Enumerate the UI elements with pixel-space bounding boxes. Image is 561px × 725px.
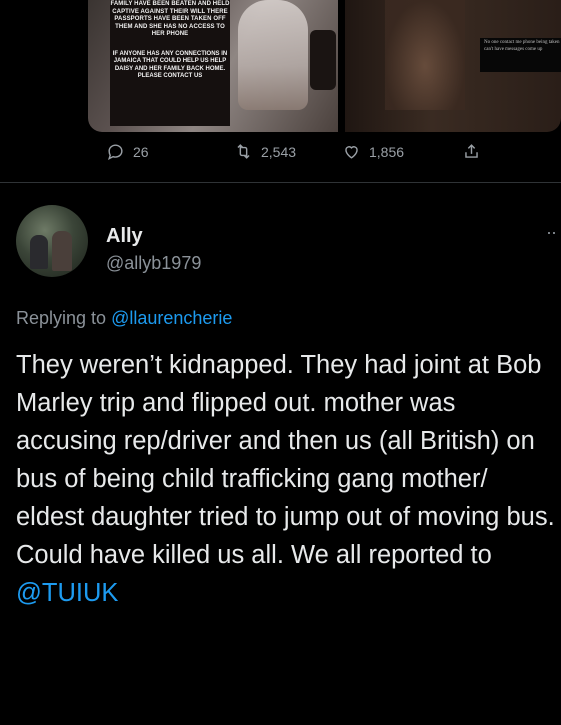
photo-figure-right (385, 0, 465, 110)
tweet-media[interactable]: FAMILY HAVE BEEN BEATEN AND HELD CAPTIVE… (88, 0, 561, 132)
heart-icon (345, 146, 358, 159)
retweet-count: 2,543 (261, 143, 297, 160)
reply-icon (107, 144, 123, 161)
replying-to-link[interactable]: @llaurencherie (111, 308, 232, 328)
tweet-mention-link[interactable]: @TUIUK (16, 579, 118, 607)
retweet-button[interactable]: 2,543 (234, 142, 296, 161)
more-options-icon[interactable]: ·· (546, 222, 557, 243)
share-button[interactable] (462, 142, 489, 161)
tweet-body: They weren’t kidnapped. They had joint a… (16, 351, 555, 569)
photo-figure (238, 0, 308, 110)
replying-prefix: Replying to (16, 308, 112, 328)
display-name[interactable]: Ally (106, 225, 143, 248)
photo-bag (310, 30, 336, 90)
divider (0, 182, 561, 183)
media-image-left[interactable]: FAMILY HAVE BEEN BEATEN AND HELD CAPTIVE… (88, 0, 338, 132)
user-handle[interactable]: @allyb1979 (106, 253, 201, 274)
poster-text-top: FAMILY HAVE BEEN BEATEN AND HELD CAPTIVE… (110, 1, 230, 37)
like-count: 1,856 (369, 143, 405, 160)
poster-text-bottom: IF ANYONE HAS ANY CONNECTIONS IN JAMAICA… (112, 50, 228, 80)
avatar[interactable] (16, 205, 88, 277)
media-image-right[interactable]: No one contact me phone being taken can'… (345, 0, 561, 132)
avatar-figure (52, 231, 72, 271)
avatar-figure (30, 235, 48, 269)
reply-count: 26 (133, 143, 149, 160)
action-bar: 26 2,543 1,856 (0, 142, 561, 170)
like-button[interactable]: 1,856 (342, 142, 404, 161)
retweet-icon (237, 144, 250, 159)
share-icon (465, 144, 478, 158)
replying-to: Replying to @llaurencherie (16, 308, 232, 329)
phone-screenshot-text: No one contact me phone being taken can'… (480, 38, 561, 72)
tweet-text: They weren’t kidnapped. They had joint a… (16, 346, 556, 612)
reply-button[interactable]: 26 (106, 142, 149, 161)
appeal-poster: FAMILY HAVE BEEN BEATEN AND HELD CAPTIVE… (110, 0, 230, 126)
